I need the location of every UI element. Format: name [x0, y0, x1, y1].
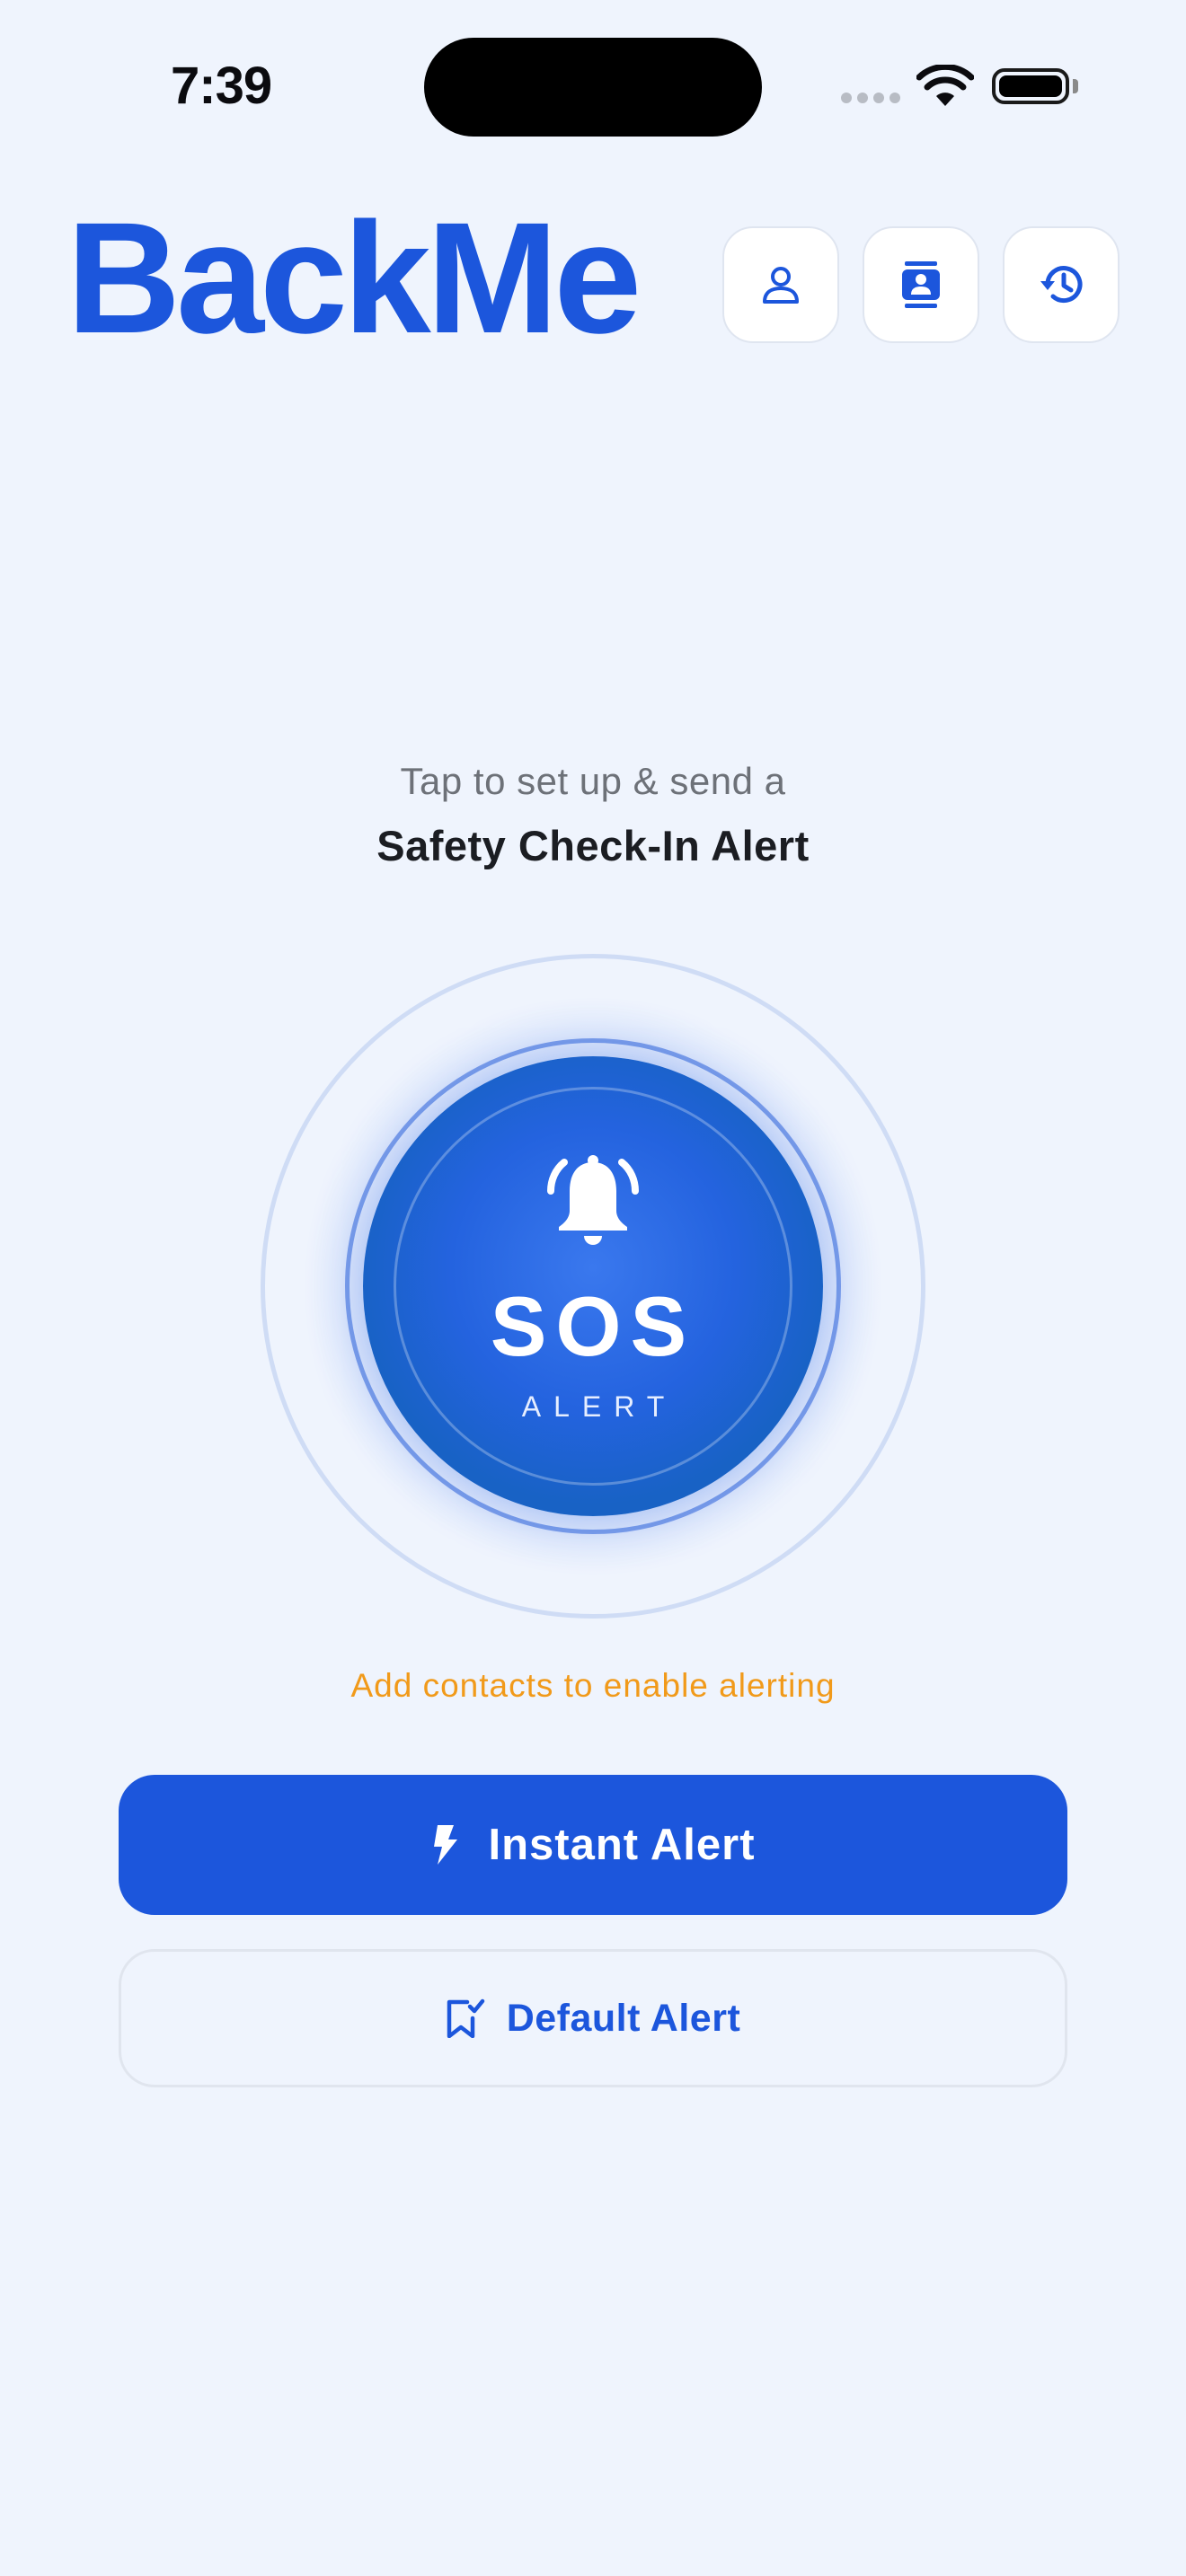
contacts-warning: Add contacts to enable alerting — [350, 1667, 836, 1704]
bolt-icon — [434, 1825, 458, 1865]
history-icon — [1040, 266, 1083, 304]
history-button[interactable] — [1003, 226, 1120, 343]
app-title: BackMe — [66, 190, 642, 366]
prompt-title: Safety Check-In Alert — [376, 822, 810, 869]
person-icon — [763, 267, 799, 304]
default-alert-label: Default Alert — [506, 1996, 741, 2040]
wifi-icon — [916, 65, 974, 106]
contact-book-icon — [902, 261, 940, 308]
bell-icon — [547, 1155, 639, 1245]
prompt-subtitle: Tap to set up & send a — [400, 760, 786, 802]
bookmark-check-icon — [447, 1998, 484, 2038]
sos-label: SOS — [490, 1279, 696, 1373]
default-alert-button[interactable]: Default Alert — [119, 1949, 1067, 2087]
status-time: 7:39 — [171, 57, 272, 115]
instant-alert-button[interactable]: Instant Alert — [119, 1775, 1067, 1915]
cellular-signal-icon — [841, 93, 902, 105]
battery-cap — [1073, 79, 1078, 93]
sos-sublabel: ALERT — [521, 1390, 677, 1423]
dynamic-island — [424, 38, 762, 137]
instant-alert-label: Instant Alert — [488, 1821, 756, 1869]
profile-button[interactable] — [722, 226, 839, 343]
battery-icon — [992, 68, 1069, 104]
contacts-button[interactable] — [863, 226, 979, 343]
